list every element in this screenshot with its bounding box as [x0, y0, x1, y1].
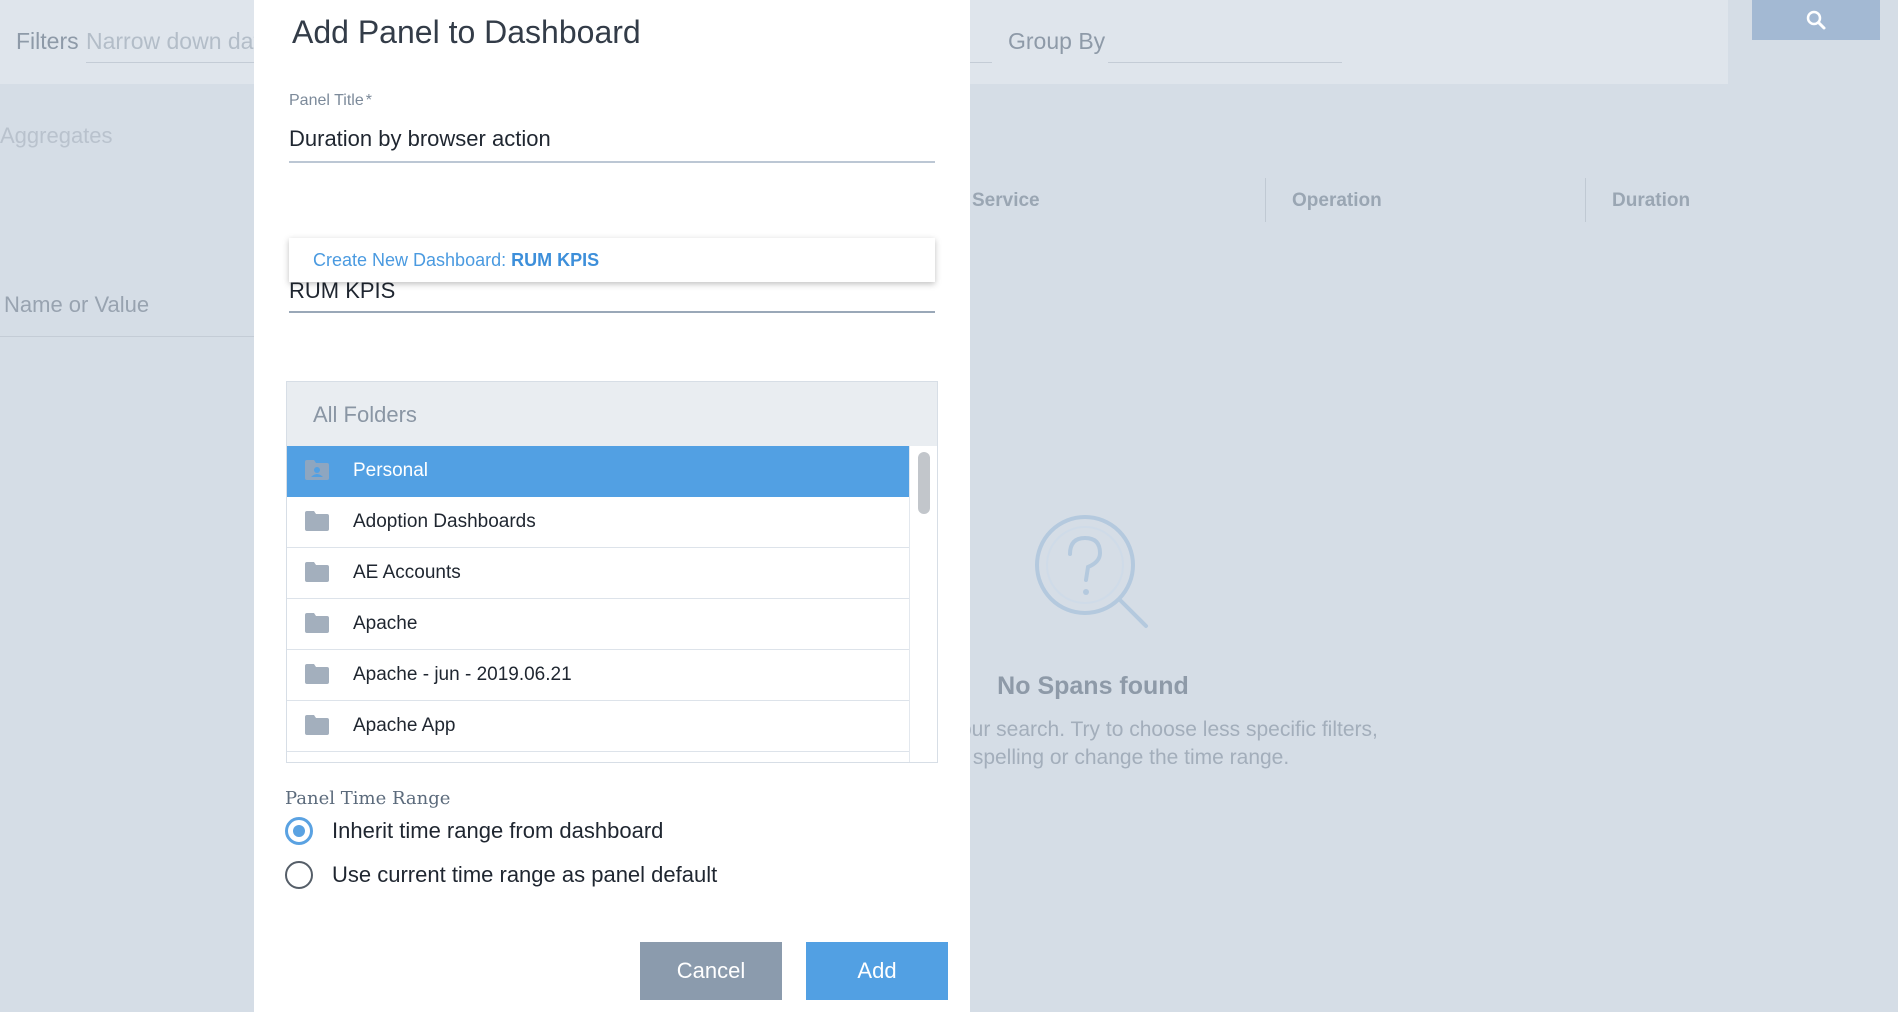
- filters-input[interactable]: Narrow down dat: [86, 28, 260, 55]
- folder-item-label: Personal: [353, 460, 428, 481]
- radio-label: Inherit time range from dashboard: [332, 818, 664, 843]
- suggestion-dashboard-name: RUM KPIS: [511, 250, 600, 270]
- filters-label: Filters: [16, 28, 79, 54]
- folder-icon: [305, 664, 329, 684]
- folder-item-apache[interactable]: Apache: [287, 599, 909, 650]
- aggregates-tab[interactable]: Aggregates: [0, 123, 113, 149]
- dashboard-name-underline: [289, 311, 935, 313]
- folder-icon: [305, 613, 329, 633]
- radio-button[interactable]: [285, 861, 313, 889]
- dialog-title: Add Panel to Dashboard: [292, 14, 641, 50]
- folder-item-label: Apache - jun - 2019.06.21: [353, 664, 572, 685]
- search-button[interactable]: [1752, 0, 1880, 40]
- column-duration[interactable]: Duration: [1612, 190, 1690, 212]
- folder-item-adoption-dashboards[interactable]: Adoption Dashboards: [287, 497, 909, 548]
- all-folders-label: All Folders: [313, 402, 417, 427]
- folder-item-apache-app[interactable]: Apache App: [287, 701, 909, 752]
- no-results-magnifier-icon: [1035, 515, 1148, 628]
- folder-icon: [305, 715, 329, 735]
- folder-item-personal[interactable]: Personal: [287, 446, 909, 497]
- radio-button-checked[interactable]: [285, 817, 313, 845]
- add-button[interactable]: Add: [806, 942, 948, 1000]
- folder-item-apache-jun[interactable]: Apache - jun - 2019.06.21: [287, 650, 909, 701]
- group-by-input[interactable]: [1108, 62, 1342, 63]
- cancel-button[interactable]: Cancel: [640, 942, 782, 1000]
- folder-list: Personal Adoption Dashboards AE Accounts…: [287, 446, 909, 752]
- empty-state-message: our search. Try to choose less specific …: [960, 718, 1378, 741]
- folder-icon: [305, 511, 329, 531]
- column-service[interactable]: Service: [972, 190, 1040, 212]
- column-separator: [1585, 178, 1586, 222]
- name-or-value-underline: [0, 336, 254, 337]
- scrollbar-thumb[interactable]: [918, 452, 930, 514]
- empty-state-title: No Spans found: [997, 672, 1189, 700]
- folder-icon: [305, 562, 329, 582]
- suggestion-text: Create New Dashboard: RUM KPIS: [313, 250, 600, 270]
- required-mark: *: [365, 92, 372, 109]
- column-operation[interactable]: Operation: [1292, 190, 1382, 212]
- panel-time-range-label: Panel Time Range: [285, 788, 451, 809]
- panel-title-label: Panel Title *: [289, 92, 372, 109]
- add-panel-dialog: Add Panel to Dashboard Panel Title * Dura…: [254, 0, 970, 1012]
- panel-title-underline: [289, 161, 935, 163]
- folder-item-ae-accounts[interactable]: AE Accounts: [287, 548, 909, 599]
- personal-folder-icon: [305, 460, 329, 480]
- panel-title-input[interactable]: Duration by browser action: [289, 126, 551, 152]
- folder-item-label: Apache App: [353, 715, 456, 736]
- folder-item-label: AE Accounts: [353, 562, 461, 583]
- column-separator: [1265, 178, 1266, 222]
- folder-item-label: Apache: [353, 613, 418, 634]
- name-or-value-input[interactable]: Name or Value: [4, 292, 149, 318]
- folder-picker: All Folders Personal Adoption Dashboards: [286, 381, 938, 763]
- folder-item-label: Adoption Dashboards: [353, 511, 536, 532]
- radio-current-time-range[interactable]: Use current time range as panel default: [285, 861, 717, 889]
- group-by-label: Group By: [1008, 28, 1106, 54]
- radio-label: Use current time range as panel default: [332, 862, 718, 887]
- folders-header[interactable]: All Folders: [287, 382, 937, 446]
- folder-list-scrollbar[interactable]: [909, 446, 937, 762]
- create-dashboard-suggestion[interactable]: Create New Dashboard: RUM KPIS: [289, 238, 935, 282]
- radio-inherit-time-range[interactable]: Inherit time range from dashboard: [285, 817, 663, 845]
- search-icon: [1806, 10, 1826, 30]
- empty-state-message: r spelling or change the time range.: [960, 746, 1290, 769]
